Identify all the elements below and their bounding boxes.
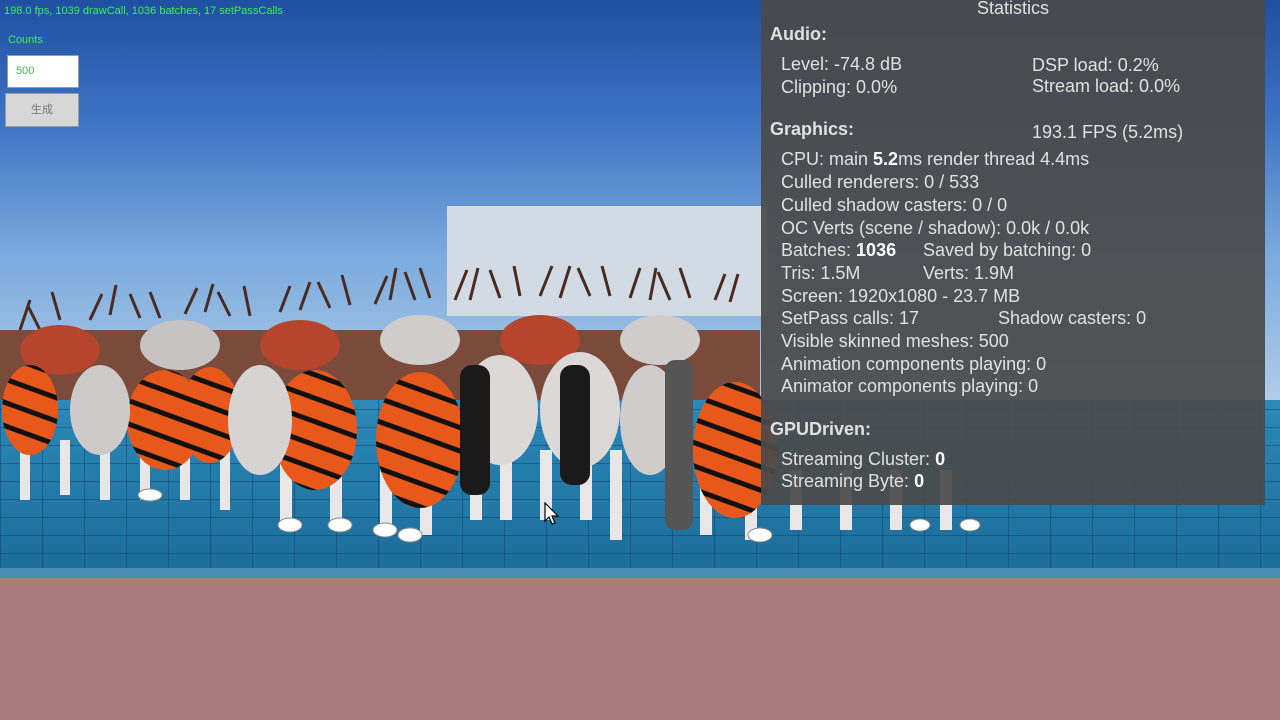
graphics-culled-renderers: Culled renderers: 0 / 533 [781, 172, 980, 192]
ground-plane [0, 578, 1280, 720]
audio-level: Level: -74.8 dB [781, 54, 903, 74]
gpudriven-streaming-byte: Streaming Byte: 0 [781, 471, 925, 491]
count-input[interactable]: 500 [7, 55, 79, 88]
graphics-oc-verts: OC Verts (scene / shadow): 0.0k / 0.0k [781, 218, 1090, 238]
graphics-setpass: SetPass calls: 17 [781, 308, 920, 328]
graphics-heading: Graphics: [770, 119, 855, 139]
hud-performance-stats: 198.0 fps, 1039 drawCall, 1036 batches, … [4, 5, 283, 17]
audio-dsp-load: DSP load: 0.2% [1032, 55, 1159, 75]
graphics-culled-shadow: Culled shadow casters: 0 / 0 [781, 195, 1008, 215]
floor-edge [0, 568, 1280, 578]
graphics-tris: Tris: 1.5M [781, 263, 861, 283]
antler-row [18, 265, 740, 331]
audio-stream-load: Stream load: 0.0% [1032, 76, 1181, 96]
graphics-cpu: CPU: main 5.2ms render thread 4.4ms [781, 149, 1090, 169]
audio-clipping: Clipping: 0.0% [781, 77, 898, 97]
audio-heading: Audio: [770, 24, 827, 44]
graphics-batches: Batches: 1036 [781, 240, 897, 260]
gpudriven-heading: GPUDriven: [770, 419, 872, 439]
statistics-title: Statistics [976, 0, 1050, 18]
gpudriven-streaming-cluster: Streaming Cluster: 0 [781, 449, 946, 469]
graphics-screen: Screen: 1920x1080 - 23.7 MB [781, 286, 1021, 306]
count-label: Counts [8, 34, 43, 46]
statistics-panel: Statistics Audio: Level: -74.8 dB DSP lo… [761, 0, 1265, 505]
graphics-animator-components: Animator components playing: 0 [781, 376, 1039, 396]
graphics-saved-by-batching: Saved by batching: 0 [923, 240, 1092, 260]
graphics-shadow-casters: Shadow casters: 0 [998, 308, 1147, 328]
mouse-cursor-icon [544, 502, 560, 525]
graphics-animation-components: Animation components playing: 0 [781, 354, 1047, 374]
graphics-fps: 193.1 FPS (5.2ms) [1032, 122, 1184, 142]
graphics-skinned-meshes: Visible skinned meshes: 500 [781, 331, 1009, 351]
graphics-verts: Verts: 1.9M [923, 263, 1015, 283]
spawn-button[interactable]: 生成 [5, 93, 79, 127]
